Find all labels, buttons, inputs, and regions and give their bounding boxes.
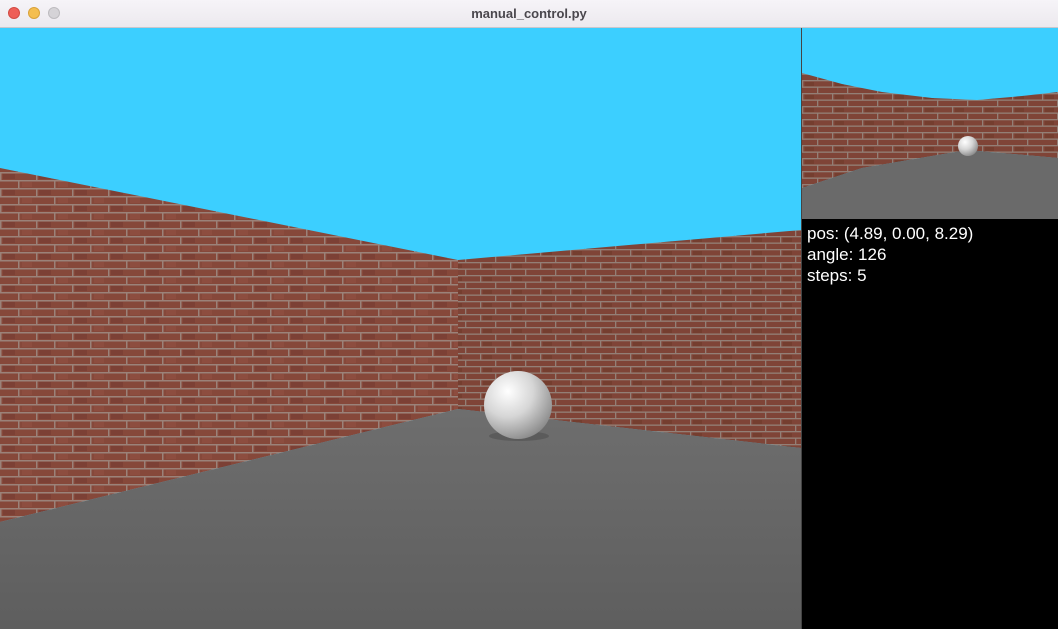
- angle-text: angle: 126: [807, 245, 887, 264]
- first-person-3d-view[interactable]: [0, 28, 801, 629]
- side-panel: pos: (4.89, 0.00, 8.29) angle: 126 steps…: [801, 28, 1058, 629]
- app-window: manual_control.py pos: (4.89, 0.00, 8.29…: [0, 0, 1058, 629]
- agent-camera-view: [802, 28, 1058, 219]
- position-text: pos: (4.89, 0.00, 8.29): [807, 224, 974, 243]
- white-ball: [484, 371, 552, 439]
- status-readout: pos: (4.89, 0.00, 8.29) angle: 126 steps…: [807, 223, 973, 286]
- window-title: manual_control.py: [471, 6, 587, 21]
- steps-text: steps: 5: [807, 266, 867, 285]
- mini-white-ball: [958, 136, 978, 156]
- title-bar: manual_control.py: [0, 0, 1058, 28]
